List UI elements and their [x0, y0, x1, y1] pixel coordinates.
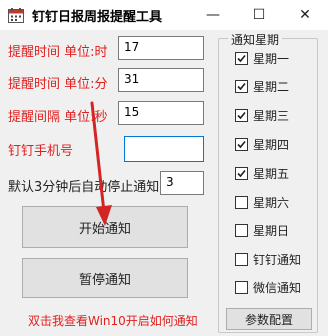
- calendar-icon: [8, 8, 24, 23]
- checkbox-sunday[interactable]: 星期日: [235, 221, 289, 239]
- checkmark-icon: [237, 140, 246, 148]
- auto-stop-input[interactable]: 3: [160, 171, 204, 195]
- checkbox-label: 微信通知: [253, 280, 302, 295]
- checkbox-label: 星期一: [253, 51, 290, 66]
- start-notify-label: 开始通知: [78, 221, 131, 237]
- maximize-icon: ☐: [252, 7, 266, 23]
- checkbox-box[interactable]: [235, 280, 248, 294]
- checkbox-box[interactable]: [235, 79, 248, 93]
- minimize-icon: —: [206, 7, 220, 23]
- checkbox-label: 星期六: [253, 195, 290, 210]
- checkbox-friday[interactable]: 星期五: [235, 164, 289, 182]
- checkbox-thursday[interactable]: 星期四: [235, 135, 289, 153]
- remind-minute-input[interactable]: 31: [118, 68, 204, 92]
- checkbox-dingtalk-notify[interactable]: 钉钉通知: [235, 250, 301, 268]
- checkbox-box[interactable]: [235, 51, 248, 65]
- checkbox-box[interactable]: [235, 223, 248, 237]
- close-icon: ✕: [299, 7, 311, 23]
- help-link[interactable]: 双击我查看Win10开启如何通知: [28, 312, 198, 329]
- checkbox-label: 星期日: [253, 223, 290, 238]
- settings-button[interactable]: 参数配置: [226, 308, 312, 330]
- app-window: 钉钉日报周报提醒工具 — ☐ ✕ 提醒时间 单位:时 17 提醒时间 单位:分 …: [0, 0, 328, 336]
- phone-input[interactable]: [124, 136, 204, 162]
- checkbox-label: 星期四: [253, 137, 290, 152]
- checkbox-box[interactable]: [235, 166, 248, 180]
- checkbox-monday[interactable]: 星期一: [235, 49, 289, 67]
- checkbox-label: 星期五: [253, 166, 290, 181]
- checkmark-icon: [237, 169, 246, 177]
- start-notify-button[interactable]: 开始通知: [22, 206, 188, 248]
- pause-notify-label: 暂停通知: [78, 272, 131, 288]
- checkbox-tuesday[interactable]: 星期二: [235, 77, 289, 95]
- notify-days-title: 通知星期: [228, 31, 283, 48]
- checkbox-saturday[interactable]: 星期六: [235, 193, 289, 211]
- remind-hour-input[interactable]: 17: [118, 36, 204, 60]
- phone-label: 钉钉手机号: [8, 144, 74, 159]
- window-title: 钉钉日报周报提醒工具: [32, 10, 163, 25]
- remind-interval-input[interactable]: 15: [118, 101, 204, 125]
- checkbox-label: 星期三: [253, 108, 290, 123]
- checkbox-box[interactable]: [235, 195, 248, 209]
- close-button[interactable]: ✕: [282, 0, 328, 30]
- title-bar: 钉钉日报周报提醒工具 — ☐ ✕: [0, 0, 328, 30]
- pause-notify-button[interactable]: 暂停通知: [22, 258, 188, 298]
- settings-label: 参数配置: [244, 312, 293, 327]
- checkbox-label: 钉钉通知: [253, 252, 302, 267]
- checkbox-box[interactable]: [235, 137, 248, 151]
- remind-hour-label: 提醒时间 单位:时: [8, 45, 108, 60]
- checkbox-label: 星期二: [253, 79, 290, 94]
- checkbox-wechat-notify[interactable]: 微信通知: [235, 278, 301, 296]
- maximize-button[interactable]: ☐: [236, 0, 282, 30]
- checkmark-icon: [237, 54, 246, 62]
- checkbox-box[interactable]: [235, 108, 248, 122]
- auto-stop-label: 默认3分钟后自动停止通知: [8, 180, 160, 195]
- checkbox-box[interactable]: [235, 252, 248, 266]
- checkbox-wednesday[interactable]: 星期三: [235, 106, 289, 124]
- checkmark-icon: [237, 82, 246, 90]
- remind-minute-label: 提醒时间 单位:分: [8, 77, 108, 92]
- remind-interval-label: 提醒间隔 单位:秒: [8, 110, 108, 125]
- checkmark-icon: [237, 111, 246, 119]
- minimize-button[interactable]: —: [190, 0, 236, 30]
